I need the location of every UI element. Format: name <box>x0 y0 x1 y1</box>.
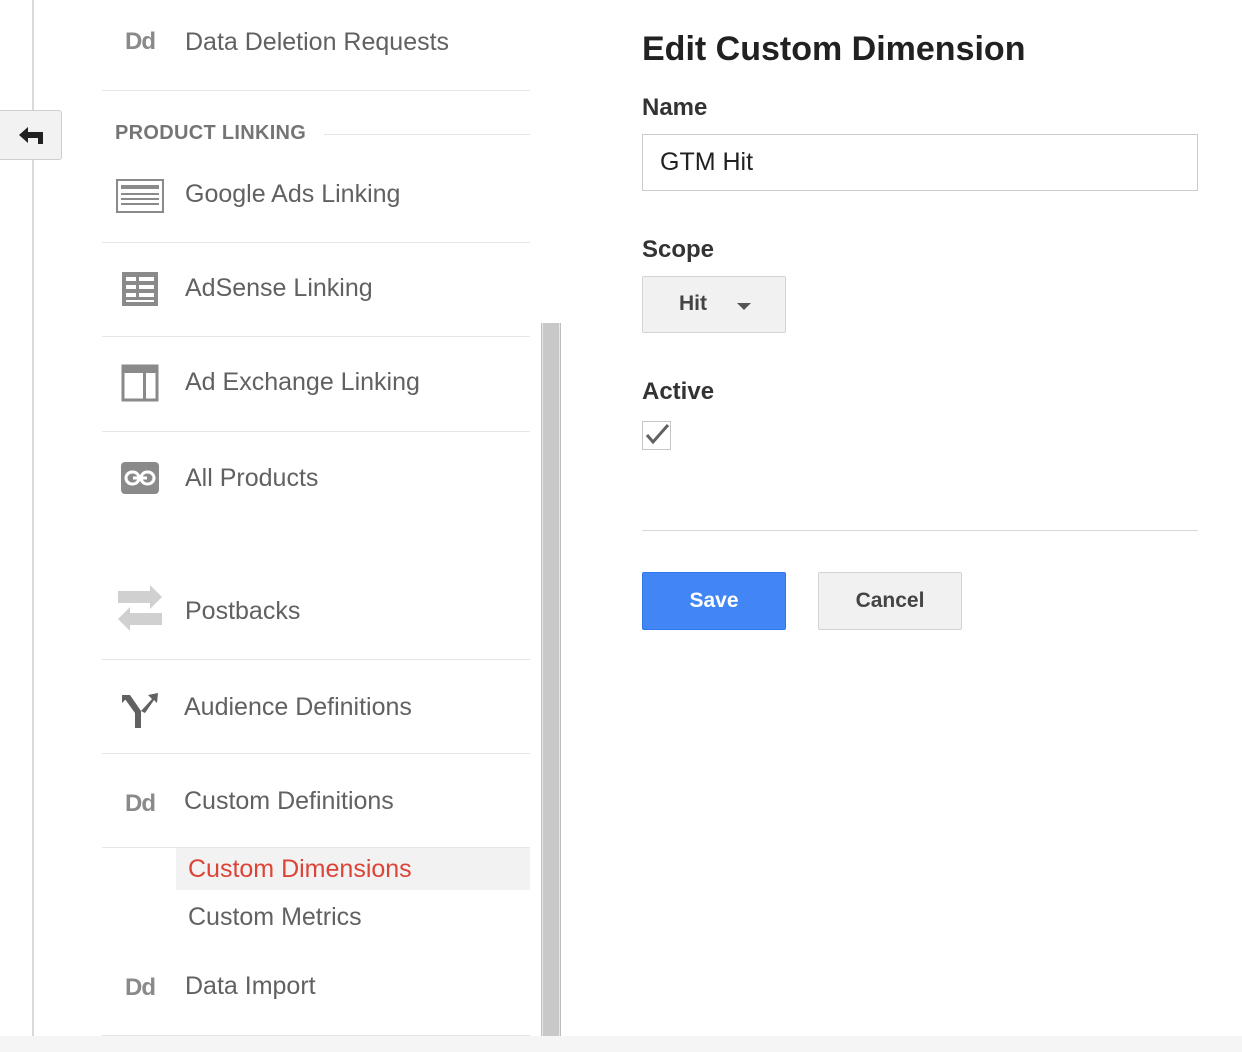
form-divider <box>642 530 1198 531</box>
section-header-product-linking: PRODUCT LINKING <box>115 122 307 144</box>
sidebar-item-label: Audience Definitions <box>184 693 412 721</box>
checkmark-icon <box>645 424 670 445</box>
fork-icon <box>114 690 166 730</box>
name-input[interactable] <box>642 134 1198 191</box>
sidebar-item-label: Ad Exchange Linking <box>185 368 420 396</box>
scope-label: Scope <box>642 236 715 263</box>
section-divider <box>324 134 530 135</box>
back-arrow-icon <box>18 127 43 144</box>
sidebar-subitem-custom-dimensions[interactable]: Custom Dimensions <box>176 848 530 890</box>
adsense-icon <box>114 269 166 309</box>
link-icon <box>114 458 166 498</box>
bottom-bar <box>0 1036 1242 1052</box>
sidebar-item-postbacks[interactable]: Postbacks <box>102 560 530 660</box>
dd-icon: Dd <box>125 28 156 55</box>
sidebar-item-label: Data Deletion Requests <box>185 28 450 56</box>
sidebar-item-data-import[interactable]: Dd Data Import <box>102 944 530 1036</box>
sidebar-item-label: Google Ads Linking <box>185 180 401 208</box>
ad-exchange-icon <box>114 363 166 403</box>
sidebar-item-label: Custom Definitions <box>184 787 394 815</box>
active-checkbox[interactable] <box>642 421 671 450</box>
active-label: Active <box>642 378 715 405</box>
sidebar-item-data-deletion-requests[interactable]: Dd Data Deletion Requests <box>102 0 530 91</box>
sidebar-item-google-ads-linking[interactable]: Google Ads Linking <box>102 160 530 243</box>
cancel-button[interactable]: Cancel <box>818 572 962 630</box>
dd-icon: Dd <box>125 790 156 817</box>
page-title: Edit Custom Dimension <box>642 30 1026 68</box>
sidebar-item-ad-exchange-linking[interactable]: Ad Exchange Linking <box>102 337 530 432</box>
scope-select[interactable]: Hit <box>642 276 786 333</box>
save-button[interactable]: Save <box>642 572 786 630</box>
swap-arrows-icon <box>114 585 166 631</box>
sidebar-item-label: All Products <box>185 464 319 492</box>
sidebar-item-label: Postbacks <box>185 597 301 625</box>
back-button[interactable] <box>0 110 62 160</box>
google-ads-icon <box>114 176 166 216</box>
sidebar-item-label: AdSense Linking <box>185 274 373 302</box>
dd-icon: Dd <box>125 974 156 1001</box>
sidebar-item-custom-definitions[interactable]: Dd Custom Definitions <box>102 754 530 848</box>
sidebar-subitem-custom-metrics[interactable]: Custom Metrics <box>176 896 530 938</box>
name-label: Name <box>642 94 708 121</box>
sidebar-item-all-products[interactable]: All Products <box>102 432 530 560</box>
sidebar-item-adsense-linking[interactable]: AdSense Linking <box>102 243 530 337</box>
scope-value: Hit <box>679 292 707 315</box>
chevron-down-icon <box>737 303 751 310</box>
sidebar-item-label: Data Import <box>185 972 316 1000</box>
admin-nav: Dd Data Deletion Requests PRODUCT LINKIN… <box>102 0 530 1036</box>
sidebar-scrollbar-thumb[interactable] <box>543 323 559 1036</box>
sidebar-scrollbar[interactable] <box>541 323 561 1036</box>
sidebar-item-audience-definitions[interactable]: Audience Definitions <box>102 660 530 754</box>
